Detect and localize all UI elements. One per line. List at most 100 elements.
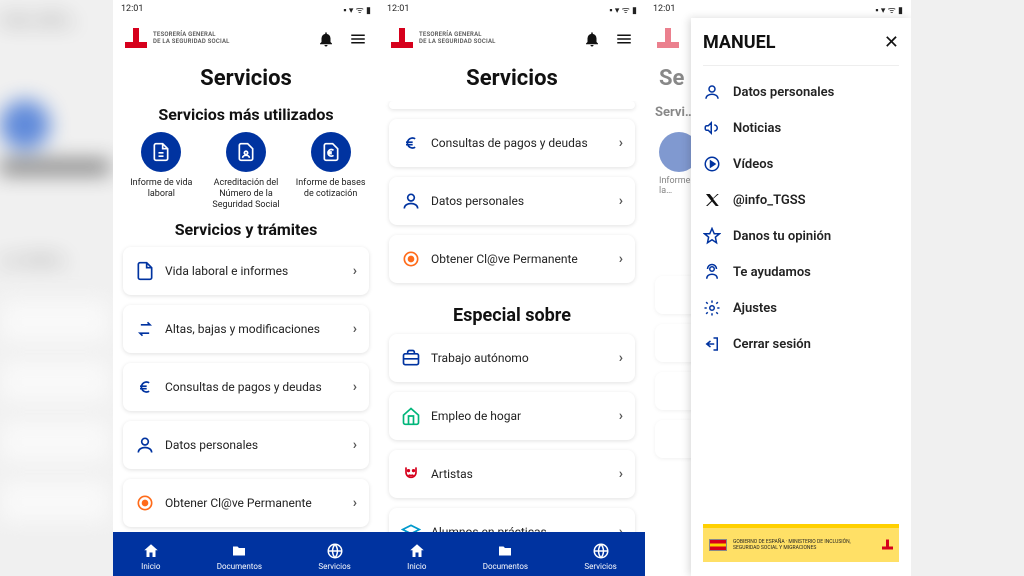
brand-logo-icon (882, 540, 893, 551)
quick-label: Acreditación del Número de la Seguridad … (207, 178, 285, 210)
bottom-nav: Inicio Documentos Servicios (379, 532, 645, 576)
brand-logo-icon (391, 28, 413, 50)
chevron-right-icon: › (619, 350, 623, 366)
bell-icon[interactable] (317, 30, 335, 48)
chevron-right-icon: › (619, 193, 623, 209)
person-icon (401, 191, 421, 211)
list-item-label: Trabajo autónomo (431, 351, 609, 365)
nav-home[interactable]: Inicio (407, 542, 426, 571)
list-item[interactable] (389, 101, 635, 109)
status-time: 12:01 (653, 4, 675, 14)
list-item-label: Datos personales (165, 438, 343, 452)
app-bar: TESORERÍA GENERALDE LA SEGURIDAD SOCIAL (379, 18, 645, 58)
nav-home[interactable]: Inicio (141, 542, 160, 571)
chevron-right-icon: › (619, 135, 623, 151)
status-icons: ▪ ▾ ᯤ ▮ (609, 3, 637, 16)
drawer-item-twitter[interactable]: @info_TGSS (703, 186, 899, 214)
list-item-label: Obtener Cl@ve Permanente (165, 496, 343, 510)
list-item-label: Consultas de pagos y deudas (165, 380, 343, 394)
target-icon (401, 249, 421, 269)
section-most-used-title: Servicios más utilizados (113, 101, 379, 132)
x-twitter-icon (703, 191, 721, 209)
bell-icon[interactable] (583, 30, 601, 48)
list-item-label: Obtener Cl@ve Permanente (431, 252, 609, 266)
swap-icon (135, 319, 155, 339)
status-bar: 12:01 ▪ ▾ ᯤ ▮ (379, 0, 645, 18)
quick-label: Informe de vida laboral (122, 178, 200, 200)
list-item[interactable]: Empleo de hogar › (389, 392, 635, 440)
list-item[interactable]: Datos personales › (389, 177, 635, 225)
briefcase-icon (401, 348, 421, 368)
list-item[interactable]: Obtener Cl@ve Permanente › (123, 479, 369, 527)
chevron-right-icon: › (353, 263, 357, 279)
chevron-right-icon: › (353, 321, 357, 337)
list-item[interactable]: Altas, bajas y modificaciones › (123, 305, 369, 353)
document-icon (141, 132, 181, 172)
nav-docs[interactable]: Documentos (483, 542, 528, 571)
side-drawer: MANUEL ✕ Datos personales Noticias Vídeo… (691, 18, 911, 576)
headset-icon (703, 263, 721, 281)
section-special-title: Especial sobre (379, 293, 645, 334)
list-item-label: Vida laboral e informes (165, 264, 343, 278)
menu-icon[interactable] (615, 30, 633, 48)
status-icons: ▪ ▾ ᯤ ▮ (343, 3, 371, 16)
drawer-item-videos[interactable]: Vídeos (703, 150, 899, 178)
drawer-item-datos[interactable]: Datos personales (703, 78, 899, 106)
list-item-label: Artistas (431, 467, 609, 481)
nav-docs[interactable]: Documentos (217, 542, 262, 571)
home-icon (401, 406, 421, 426)
status-icons: ▪ ▾ ᯤ ▮ (875, 3, 903, 16)
drawer-footer: GOBIERNO DE ESPAÑA · MINISTERIO DE INCLU… (703, 524, 899, 562)
drawer-item-opinion[interactable]: Danos tu opinión (703, 222, 899, 250)
quick-item-acreditacion[interactable]: Acreditación del Número de la Seguridad … (207, 132, 285, 210)
brand-logo-icon (125, 28, 147, 50)
person-icon (135, 435, 155, 455)
drawer-item-help[interactable]: Te ayudamos (703, 258, 899, 286)
theater-icon (401, 464, 421, 484)
chevron-right-icon: › (619, 466, 623, 482)
list-item[interactable]: Obtener Cl@ve Permanente › (389, 235, 635, 283)
status-time: 12:01 (387, 4, 409, 14)
play-icon (703, 155, 721, 173)
phone-screen-2: 12:01 ▪ ▾ ᯤ ▮ TESORERÍA GENERALDE LA SEG… (379, 0, 645, 576)
logout-icon (703, 335, 721, 353)
chevron-right-icon: › (619, 251, 623, 267)
page-title: Servicios (113, 58, 379, 101)
spain-flag-icon (709, 539, 727, 551)
list-item-label: Altas, bajas y modificaciones (165, 322, 343, 336)
phone-screen-1: 12:01 ▪ ▾ ᯤ ▮ TESORERÍA GENERAL DE LA SE… (113, 0, 379, 576)
document-icon (135, 261, 155, 281)
person-icon (703, 83, 721, 101)
list-item[interactable]: Consultas de pagos y deudas › (389, 119, 635, 167)
document-euro-icon (311, 132, 351, 172)
drawer-item-noticias[interactable]: Noticias (703, 114, 899, 142)
euro-icon (401, 133, 421, 153)
quick-item-bases[interactable]: Informe de bases de cotización (292, 132, 370, 210)
close-icon[interactable]: ✕ (884, 32, 899, 53)
page-title: Servicios (379, 58, 645, 101)
app-bar: TESORERÍA GENERAL DE LA SEGURIDAD SOCIAL (113, 18, 379, 58)
status-bar: 12:01 ▪ ▾ ᯤ ▮ (645, 0, 911, 18)
list-item[interactable]: Trabajo autónomo › (389, 334, 635, 382)
chevron-right-icon: › (353, 379, 357, 395)
list-item[interactable]: Artistas › (389, 450, 635, 498)
menu-icon[interactable] (349, 30, 367, 48)
chevron-right-icon: › (353, 495, 357, 511)
drawer-item-settings[interactable]: Ajustes (703, 294, 899, 322)
quick-item-vida-laboral[interactable]: Informe de vida laboral (122, 132, 200, 210)
list-item[interactable]: Datos personales › (123, 421, 369, 469)
nav-services[interactable]: Servicios (584, 542, 616, 571)
list-item[interactable]: Vida laboral e informes › (123, 247, 369, 295)
list-item[interactable]: Consultas de pagos y deudas › (123, 363, 369, 411)
list-item-label: Datos personales (431, 194, 609, 208)
status-bar: 12:01 ▪ ▾ ᯤ ▮ (113, 0, 379, 18)
drawer-item-logout[interactable]: Cerrar sesión (703, 330, 899, 358)
nav-services[interactable]: Servicios (318, 542, 350, 571)
phone-screen-3: 12:01 ▪ ▾ ᯤ ▮ Se Servi… Informe dela… (645, 0, 911, 576)
list-item-label: Empleo de hogar (431, 409, 609, 423)
chevron-right-icon: › (619, 408, 623, 424)
gear-icon (703, 299, 721, 317)
brand: TESORERÍA GENERAL DE LA SEGURIDAD SOCIAL (125, 28, 230, 50)
quick-label: Informe de bases de cotización (292, 178, 370, 200)
megaphone-icon (703, 119, 721, 137)
